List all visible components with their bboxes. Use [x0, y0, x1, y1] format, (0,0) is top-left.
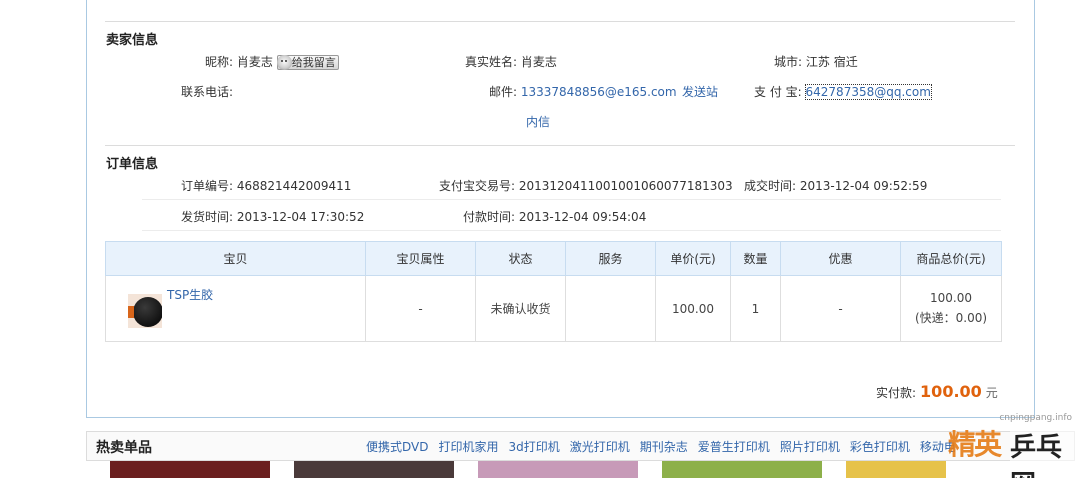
table-header-row: 宝贝 宝贝属性 状态 服务 单价(元) 数量 优惠 商品总价(元): [105, 241, 1002, 276]
service-cell: [565, 275, 656, 342]
hot-link[interactable]: 激光打印机: [570, 440, 630, 454]
product-thumbnail[interactable]: [128, 294, 162, 328]
divider: [105, 21, 1015, 22]
order-no-row: 订单编号: 468821442009411: [181, 177, 351, 194]
nickname-value: 肖麦志: [236, 55, 273, 69]
trade-no-value: 2013120411001001060077181303: [518, 179, 733, 193]
product-image[interactable]: [110, 461, 270, 478]
divider: [105, 145, 1015, 146]
item-cell: TSP生胶: [105, 275, 366, 342]
item-total-value: 100.00: [930, 291, 972, 305]
pay-time-label: 付款时间:: [463, 210, 516, 224]
leave-message-label: 给我留言: [291, 56, 336, 69]
hot-link[interactable]: 期刊杂志: [640, 440, 688, 454]
pay-time-row: 付款时间: 2013-12-04 09:54:04: [463, 208, 646, 225]
leave-message-button[interactable]: 给我留言: [276, 55, 339, 70]
product-image[interactable]: [662, 461, 822, 478]
hot-link[interactable]: 3d打印机: [509, 440, 560, 454]
table-row: TSP生胶 - 未确认收货 100.00 1 - 100.00 (快递：0.00…: [105, 275, 1002, 342]
hot-link[interactable]: 爱普生打印机: [698, 440, 770, 454]
hot-link[interactable]: 照片打印机: [780, 440, 840, 454]
col-header-qty: 数量: [730, 241, 781, 276]
order-items-table: 宝贝 宝贝属性 状态 服务 单价(元) 数量 优惠 商品总价(元) TSP生胶 …: [105, 241, 1002, 342]
hot-link[interactable]: 彩色打印机: [850, 440, 910, 454]
total-cell: 100.00 (快递：0.00): [900, 275, 1002, 342]
status-cell: 未确认收货: [475, 275, 566, 342]
seller-realname-row: 真实姓名: 肖麦志: [465, 53, 557, 70]
col-header-service: 服务: [565, 241, 656, 276]
paid-amount: 100.00: [920, 382, 982, 401]
alipay-link[interactable]: 642787358@qq.com: [804, 84, 932, 100]
order-section-title: 订单信息: [106, 157, 159, 172]
col-header-discount: 优惠: [780, 241, 901, 276]
hot-items-links: 便携式DVD 打印机家用 3d打印机 激光打印机 期刊杂志 爱普生打印机 照片打印机 彩色打印…: [366, 438, 966, 455]
trade-no-row: 支付宝交易号: 2013120411001001060077181303: [439, 177, 733, 194]
product-image[interactable]: [478, 461, 638, 478]
row-divider: [142, 199, 1001, 200]
watermark-logo-text-2: 乒乓网: [1010, 427, 1075, 478]
send-site-message-link[interactable]: 发送站: [682, 83, 718, 100]
attr-cell: -: [365, 275, 476, 342]
hot-items-title: 热卖单品: [96, 440, 152, 456]
nickname-label: 昵称:: [205, 55, 234, 69]
shipping-fee: (快递：0.00): [914, 311, 988, 325]
col-header-total: 商品总价(元): [900, 241, 1002, 276]
city-label: 城市:: [774, 55, 803, 69]
watermark-logo-text: 精英: [948, 428, 1002, 461]
order-no-label: 订单编号:: [181, 179, 234, 193]
seller-nickname-row: 昵称: 肖麦志 给我留言: [205, 53, 339, 70]
product-name-link[interactable]: TSP生胶: [167, 286, 213, 303]
seller-phone-row: 联系电话:: [181, 83, 233, 100]
site-watermark: cnpingpang.info 精英 乒乓网: [946, 413, 1075, 478]
deal-time-value: 2013-12-04 09:52:59: [799, 179, 928, 193]
col-header-status: 状态: [475, 241, 566, 276]
row-divider: [142, 230, 1001, 231]
ship-time-row: 发货时间: 2013-12-04 17:30:52: [181, 208, 364, 225]
seller-section-title: 卖家信息: [106, 33, 159, 48]
col-header-item: 宝贝: [105, 241, 366, 276]
col-header-price: 单价(元): [655, 241, 731, 276]
col-header-attr: 宝贝属性: [365, 241, 476, 276]
product-image[interactable]: [294, 461, 454, 478]
seller-email-row: 邮件: 13337848856@e165.com: [489, 83, 677, 100]
paid-unit: 元: [985, 386, 998, 400]
ship-time-label: 发货时间:: [181, 210, 234, 224]
hot-link[interactable]: 便携式DVD: [366, 440, 428, 454]
hot-link[interactable]: 打印机家用: [438, 440, 498, 454]
email-label: 邮件:: [489, 85, 518, 99]
order-no-value: 468821442009411: [236, 179, 352, 193]
city-value: 江苏 宿迁: [805, 55, 858, 69]
watermark-url: cnpingpang.info: [999, 413, 1072, 423]
pay-time-value: 2013-12-04 09:54:04: [518, 210, 647, 224]
trade-no-label: 支付宝交易号:: [439, 179, 516, 193]
email-link[interactable]: 13337848856@e165.com: [521, 85, 677, 99]
realname-label: 真实姓名:: [465, 55, 518, 69]
alipay-label: 支 付 宝:: [754, 85, 802, 99]
phone-label: 联系电话:: [181, 85, 234, 99]
product-image[interactable]: [846, 461, 946, 478]
send-site-message-link-cont[interactable]: 内信: [526, 113, 550, 130]
discount-cell: -: [780, 275, 901, 342]
paid-total: 实付款: 100.00 元: [876, 382, 998, 401]
smiley-icon: [276, 55, 292, 70]
seller-city-row: 城市: 江苏 宿迁: [774, 53, 858, 70]
seller-alipay-row: 支 付 宝: 642787358@qq.com: [754, 83, 932, 100]
deal-time-label: 成交时间:: [744, 179, 797, 193]
paid-label: 实付款:: [876, 386, 917, 400]
ship-time-value: 2013-12-04 17:30:52: [236, 210, 365, 224]
deal-time-row: 成交时间: 2013-12-04 09:52:59: [744, 177, 927, 194]
price-cell: 100.00: [655, 275, 731, 342]
qty-cell: 1: [730, 275, 781, 342]
realname-value: 肖麦志: [520, 55, 557, 69]
